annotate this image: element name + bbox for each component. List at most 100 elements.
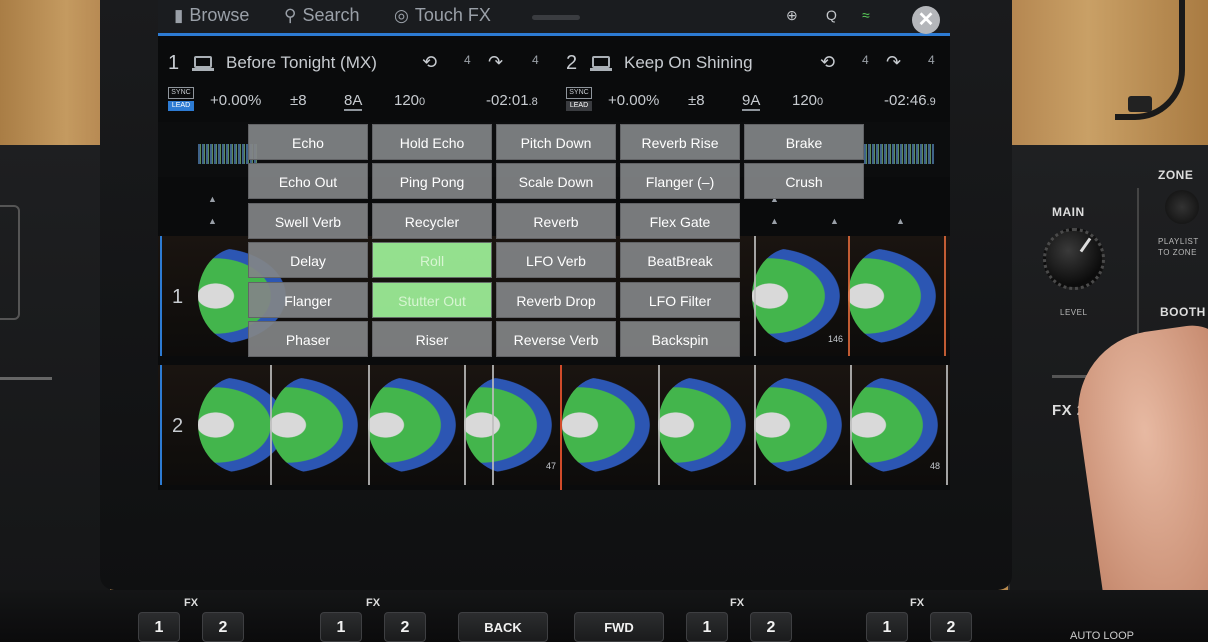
- track-key: 8A: [344, 92, 363, 111]
- fx2-button-1[interactable]: 1: [320, 612, 362, 642]
- wifi-icon: ≈: [862, 7, 870, 23]
- drag-handle[interactable]: [532, 15, 580, 20]
- fx-button-echo[interactable]: Echo: [248, 124, 368, 160]
- sync-lead-badge[interactable]: SYNC LEAD: [566, 87, 592, 111]
- fx-button-reverb-drop[interactable]: Reverb Drop: [496, 282, 616, 318]
- fx-button-reverse-verb[interactable]: Reverse Verb: [496, 321, 616, 357]
- time-main: -02:01: [486, 92, 529, 109]
- search-tab[interactable]: ⚲ Search: [284, 5, 360, 26]
- fx-button-swell-verb[interactable]: Swell Verb: [248, 203, 368, 239]
- fx-button-scale-down[interactable]: Scale Down: [496, 163, 616, 199]
- waveform-segment: [658, 377, 746, 473]
- fx-button-ping-pong[interactable]: Ping Pong: [372, 163, 492, 199]
- track-key: 9A: [742, 92, 761, 111]
- cue-marker-icon: ▲: [208, 194, 217, 204]
- fx-button-flex-gate[interactable]: Flex Gate: [620, 203, 740, 239]
- lane-indicator: [160, 365, 162, 485]
- playlist-to-zone-label: PLAYLIST TO ZONE: [1158, 237, 1199, 257]
- waveform-segment: [270, 377, 358, 473]
- fx4-button-1[interactable]: 1: [866, 612, 908, 642]
- bar-number: 47: [546, 461, 557, 471]
- fx-button-echo-out[interactable]: Echo Out: [248, 163, 368, 199]
- close-button[interactable]: ✕: [912, 6, 940, 34]
- fx3-button-2[interactable]: 2: [750, 612, 792, 642]
- waveform-segment: [850, 377, 938, 473]
- fx4-button-2[interactable]: 2: [930, 612, 972, 642]
- fx-button-reverb[interactable]: Reverb: [496, 203, 616, 239]
- fx-button-riser[interactable]: Riser: [372, 321, 492, 357]
- track-title: Before Tonight (MX): [226, 53, 377, 72]
- deck-number: 2: [566, 52, 578, 74]
- pitch-range[interactable]: ±8: [688, 92, 705, 109]
- panel-divider: [0, 377, 52, 380]
- fx-label-3: FX: [730, 597, 745, 609]
- pitch-range[interactable]: ±8: [290, 92, 307, 109]
- beat-grid-line: [754, 365, 756, 485]
- browse-tab[interactable]: ▮ Browse: [174, 5, 249, 26]
- lead-label: LEAD: [168, 101, 194, 111]
- fx-button-beatbreak[interactable]: BeatBreak: [620, 242, 740, 278]
- lane-indicator: [160, 236, 162, 356]
- fx-button-flanger[interactable]: Flanger (–): [620, 163, 740, 199]
- bpm-value: 1200: [792, 92, 823, 109]
- sync-label: SYNC: [168, 87, 194, 99]
- loop-icon[interactable]: ⟲: [820, 52, 835, 73]
- jog-slot: [0, 205, 20, 320]
- fx-button-crush[interactable]: Crush: [744, 163, 864, 199]
- touch-fx-icon: ◎: [394, 5, 409, 25]
- touch-fx-label: Touch FX: [414, 5, 491, 25]
- fx-button-backspin[interactable]: Backspin: [620, 321, 740, 357]
- fx-button-roll[interactable]: Roll: [372, 242, 492, 278]
- bar-number: 48: [930, 461, 941, 471]
- fx-label-2: FX: [366, 597, 381, 609]
- lane-number: 1: [172, 286, 184, 308]
- waveform-lane-2[interactable]: 2 47 48: [158, 365, 950, 485]
- deck-number: 1: [168, 52, 180, 74]
- fx-button-stutter-out[interactable]: Stutter Out: [372, 282, 492, 318]
- back-button[interactable]: BACK: [458, 612, 548, 642]
- cue-marker-icon: ▲: [830, 216, 839, 226]
- fx-button-reverb-rise[interactable]: Reverb Rise: [620, 124, 740, 160]
- fx-button-lfo-filter[interactable]: LFO Filter: [620, 282, 740, 318]
- cue-marker-icon: ▲: [208, 216, 217, 226]
- fx-button-brake[interactable]: Brake: [744, 124, 864, 160]
- fx1-button-1[interactable]: 1: [138, 612, 180, 642]
- beat-grid-line: [944, 236, 946, 356]
- zone-knob[interactable]: [1165, 190, 1199, 224]
- fx-button-hold-echo[interactable]: Hold Echo: [372, 124, 492, 160]
- panel-divider-vertical: [1137, 188, 1139, 338]
- waveform-segment: [848, 248, 936, 344]
- level-label: LEVEL: [1060, 308, 1088, 317]
- quantize-button[interactable]: Q: [826, 7, 837, 23]
- fx1-button-2[interactable]: 2: [202, 612, 244, 642]
- main-level-knob[interactable]: [1043, 228, 1105, 290]
- fx-button-delay[interactable]: Delay: [248, 242, 368, 278]
- fx-button-phaser[interactable]: Phaser: [248, 321, 368, 357]
- microphone-icon[interactable]: ⊕: [786, 7, 798, 24]
- beat-grid-line: [850, 365, 852, 485]
- beat-jump-icon[interactable]: ↷: [488, 52, 503, 73]
- fx3-button-1[interactable]: 1: [686, 612, 728, 642]
- beat-grid-line: [492, 365, 494, 485]
- loop-icon[interactable]: ⟲: [422, 52, 437, 73]
- browse-label: Browse: [189, 5, 250, 25]
- fx2-button-2[interactable]: 2: [384, 612, 426, 642]
- bpm-decimal: 0: [419, 96, 426, 108]
- fx-button-pitch-down[interactable]: Pitch Down: [496, 124, 616, 160]
- fx-button-flanger[interactable]: Flanger: [248, 282, 368, 318]
- time-decimal: .8: [528, 96, 538, 108]
- bpm-value: 1200: [394, 92, 425, 109]
- time-main: -02:46: [884, 92, 927, 109]
- playhead: [560, 365, 562, 490]
- loop-count: 4: [464, 53, 471, 67]
- sync-lead-badge[interactable]: SYNC LEAD: [168, 87, 194, 111]
- fx-button-recycler[interactable]: Recycler: [372, 203, 492, 239]
- beat-jump-icon[interactable]: ↷: [886, 52, 901, 73]
- fwd-button[interactable]: FWD: [574, 612, 664, 642]
- fx-button-lfo-verb[interactable]: LFO Verb: [496, 242, 616, 278]
- deck-1-header: 1 Before Tonight (MX) ⟲ 4 ↷ 4 SYNC LEAD …: [158, 40, 554, 120]
- touch-fx-tab[interactable]: ◎ Touch FX: [394, 5, 491, 26]
- beat-grid-line: [368, 365, 370, 485]
- beat-grid-line: [658, 365, 660, 485]
- zone-label: ZONE: [1158, 168, 1194, 182]
